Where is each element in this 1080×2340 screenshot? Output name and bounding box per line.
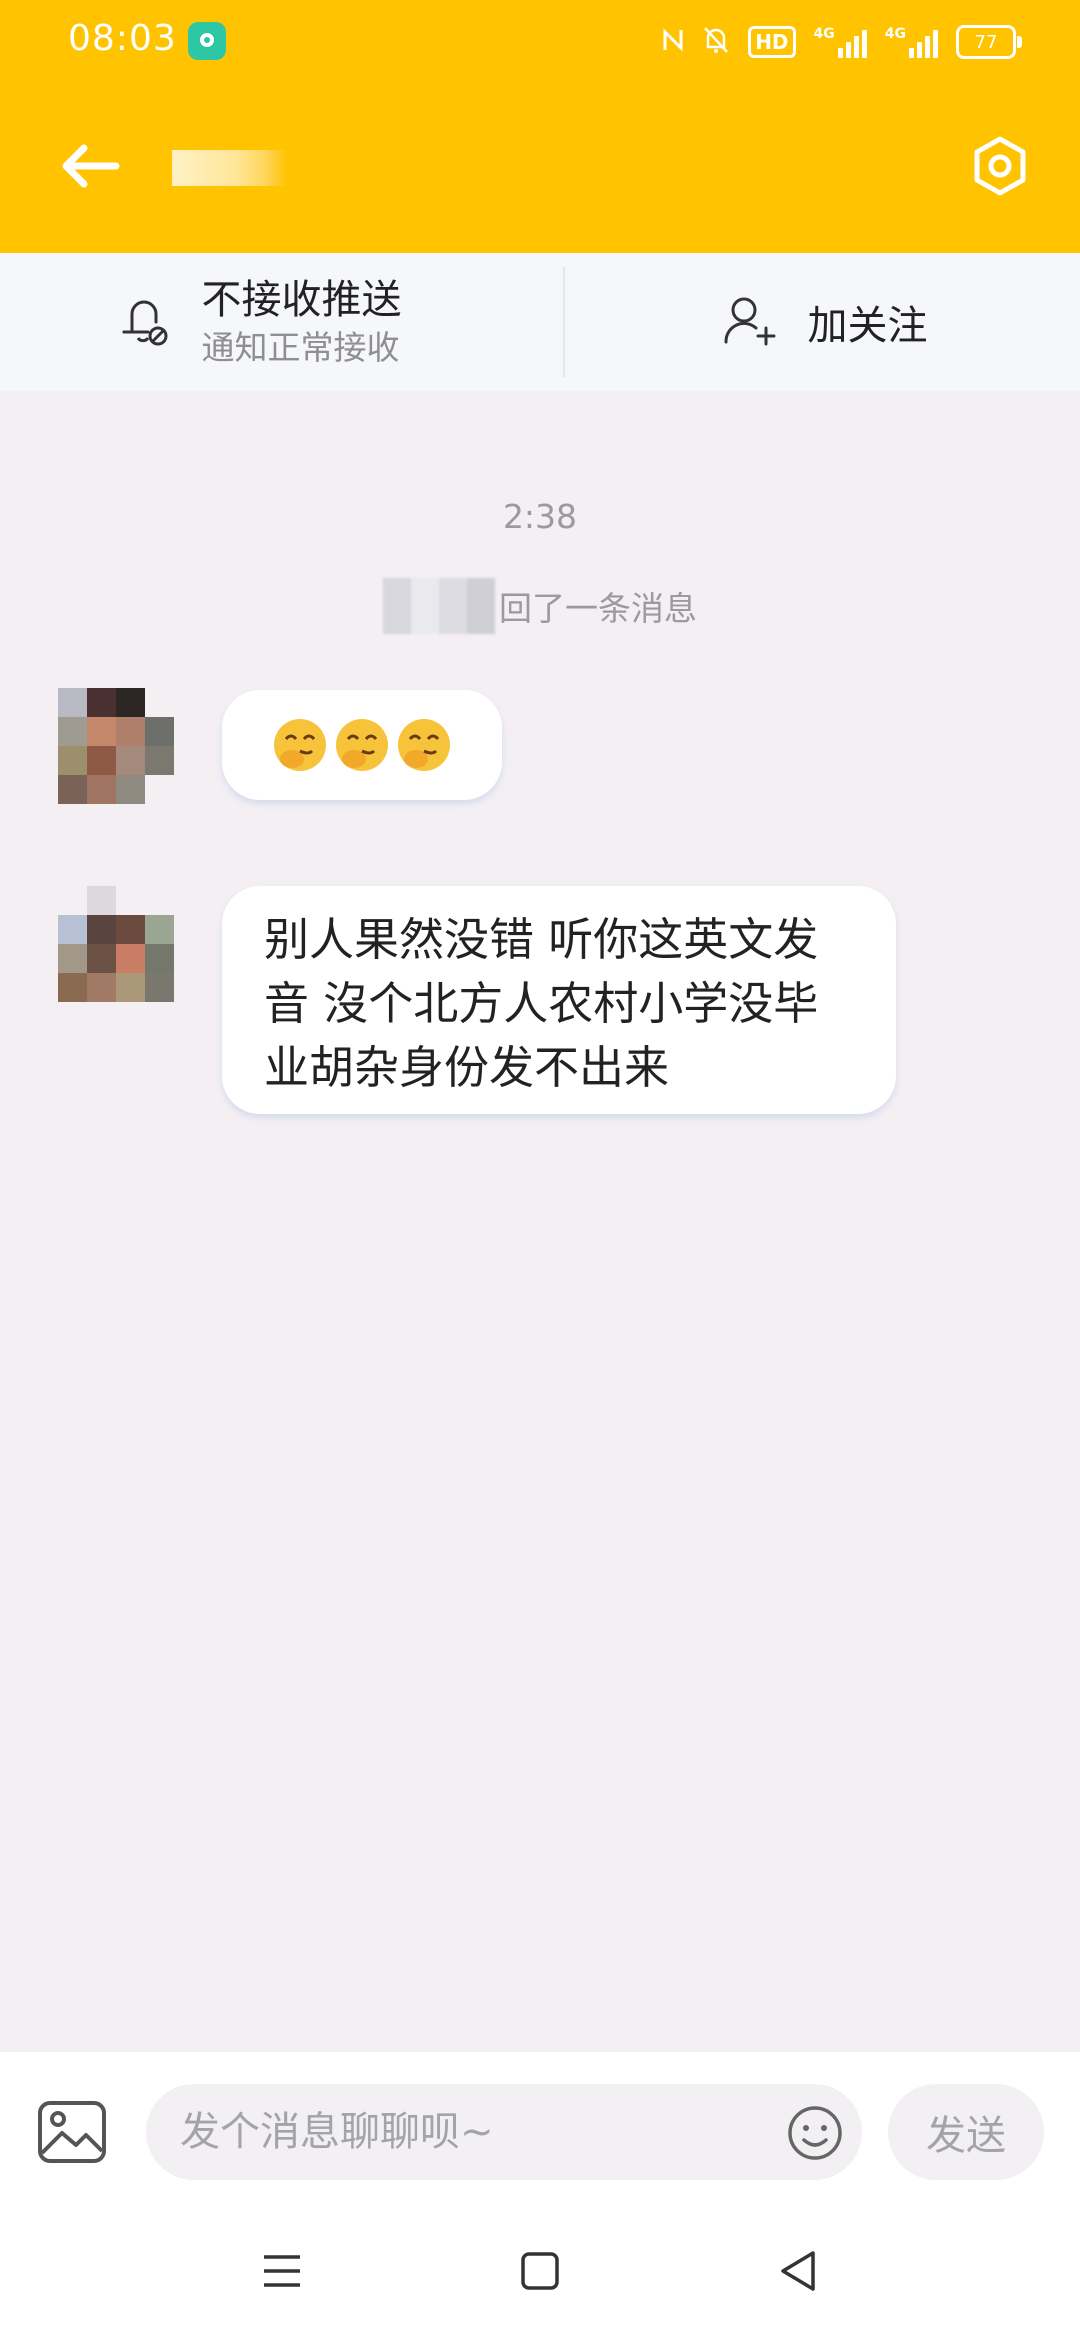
nav-home-button[interactable] [480, 2202, 600, 2340]
settings-button[interactable] [964, 132, 1036, 204]
nav-menu-button[interactable] [222, 2202, 342, 2340]
send-button[interactable]: 发送 [888, 2084, 1044, 2180]
message-input[interactable] [146, 2084, 862, 2180]
back-triangle-icon [781, 2251, 815, 2291]
laughing-emoji-icon [274, 719, 326, 771]
hexagon-gear-icon [969, 135, 1031, 201]
message-timestamp: 2:38 [502, 497, 578, 536]
hd-icon: HD [748, 26, 796, 58]
status-time: 08:03 [68, 18, 177, 59]
header: 08:03 HD 4G 4G 77 [0, 0, 1080, 253]
follow-button[interactable]: 加关注 [565, 253, 1080, 391]
network-label: 4G [813, 26, 835, 42]
signal-icon-2: 4G [885, 26, 938, 58]
home-square-icon [521, 2252, 559, 2290]
nfc-icon [662, 26, 684, 58]
nav-back-button[interactable] [738, 2202, 858, 2340]
arrow-left-icon [60, 144, 120, 192]
battery-icon: 77 [956, 25, 1022, 59]
emoji-message-bubble[interactable] [222, 690, 502, 800]
status-icons: HD 4G 4G 77 [662, 20, 1022, 64]
network-label-2: 4G [884, 26, 906, 42]
laughing-emoji-icon [398, 719, 450, 771]
follow-label: 加关注 [807, 303, 928, 349]
blurred-username [383, 578, 495, 634]
text-message-bubble[interactable]: 别人果然没错 听你这英文发音 沒个北方人农村小学没毕业胡杂身份发不出来 [222, 886, 896, 1114]
mute-icon [702, 25, 730, 59]
user-plus-icon [718, 290, 778, 354]
chat-screen: 08:03 HD 4G 4G 77 不接收推送 通知正常接收 加关注 2:38 … [0, 0, 1080, 2340]
bell-off-icon [114, 288, 174, 356]
image-picker-button[interactable] [36, 2099, 108, 2165]
system-nav-bar [0, 2202, 1080, 2340]
push-title: 不接收推送 [201, 277, 402, 323]
menu-icon [264, 2255, 300, 2287]
push-subtitle: 通知正常接收 [201, 328, 400, 367]
push-texts: 不接收推送 通知正常接收 [202, 274, 402, 370]
avatar[interactable] [58, 886, 174, 1002]
smiley-icon [788, 2106, 842, 2160]
app-notification-icon [188, 22, 226, 60]
avatar[interactable] [58, 688, 174, 804]
input-bar: 发送 [0, 2052, 1080, 2202]
recall-notice: 回了一条消息 [0, 578, 1080, 634]
back-button[interactable] [52, 132, 128, 204]
signal-icon: 4G [814, 26, 867, 58]
emoji-button[interactable] [786, 2104, 844, 2162]
push-toggle-button[interactable]: 不接收推送 通知正常接收 [0, 253, 563, 391]
action-bar: 不接收推送 通知正常接收 加关注 [0, 253, 1080, 391]
recall-text: 回了一条消息 [499, 589, 697, 628]
image-icon [38, 2101, 106, 2163]
page-title-blurred [172, 150, 288, 186]
laughing-emoji-icon [336, 719, 388, 771]
